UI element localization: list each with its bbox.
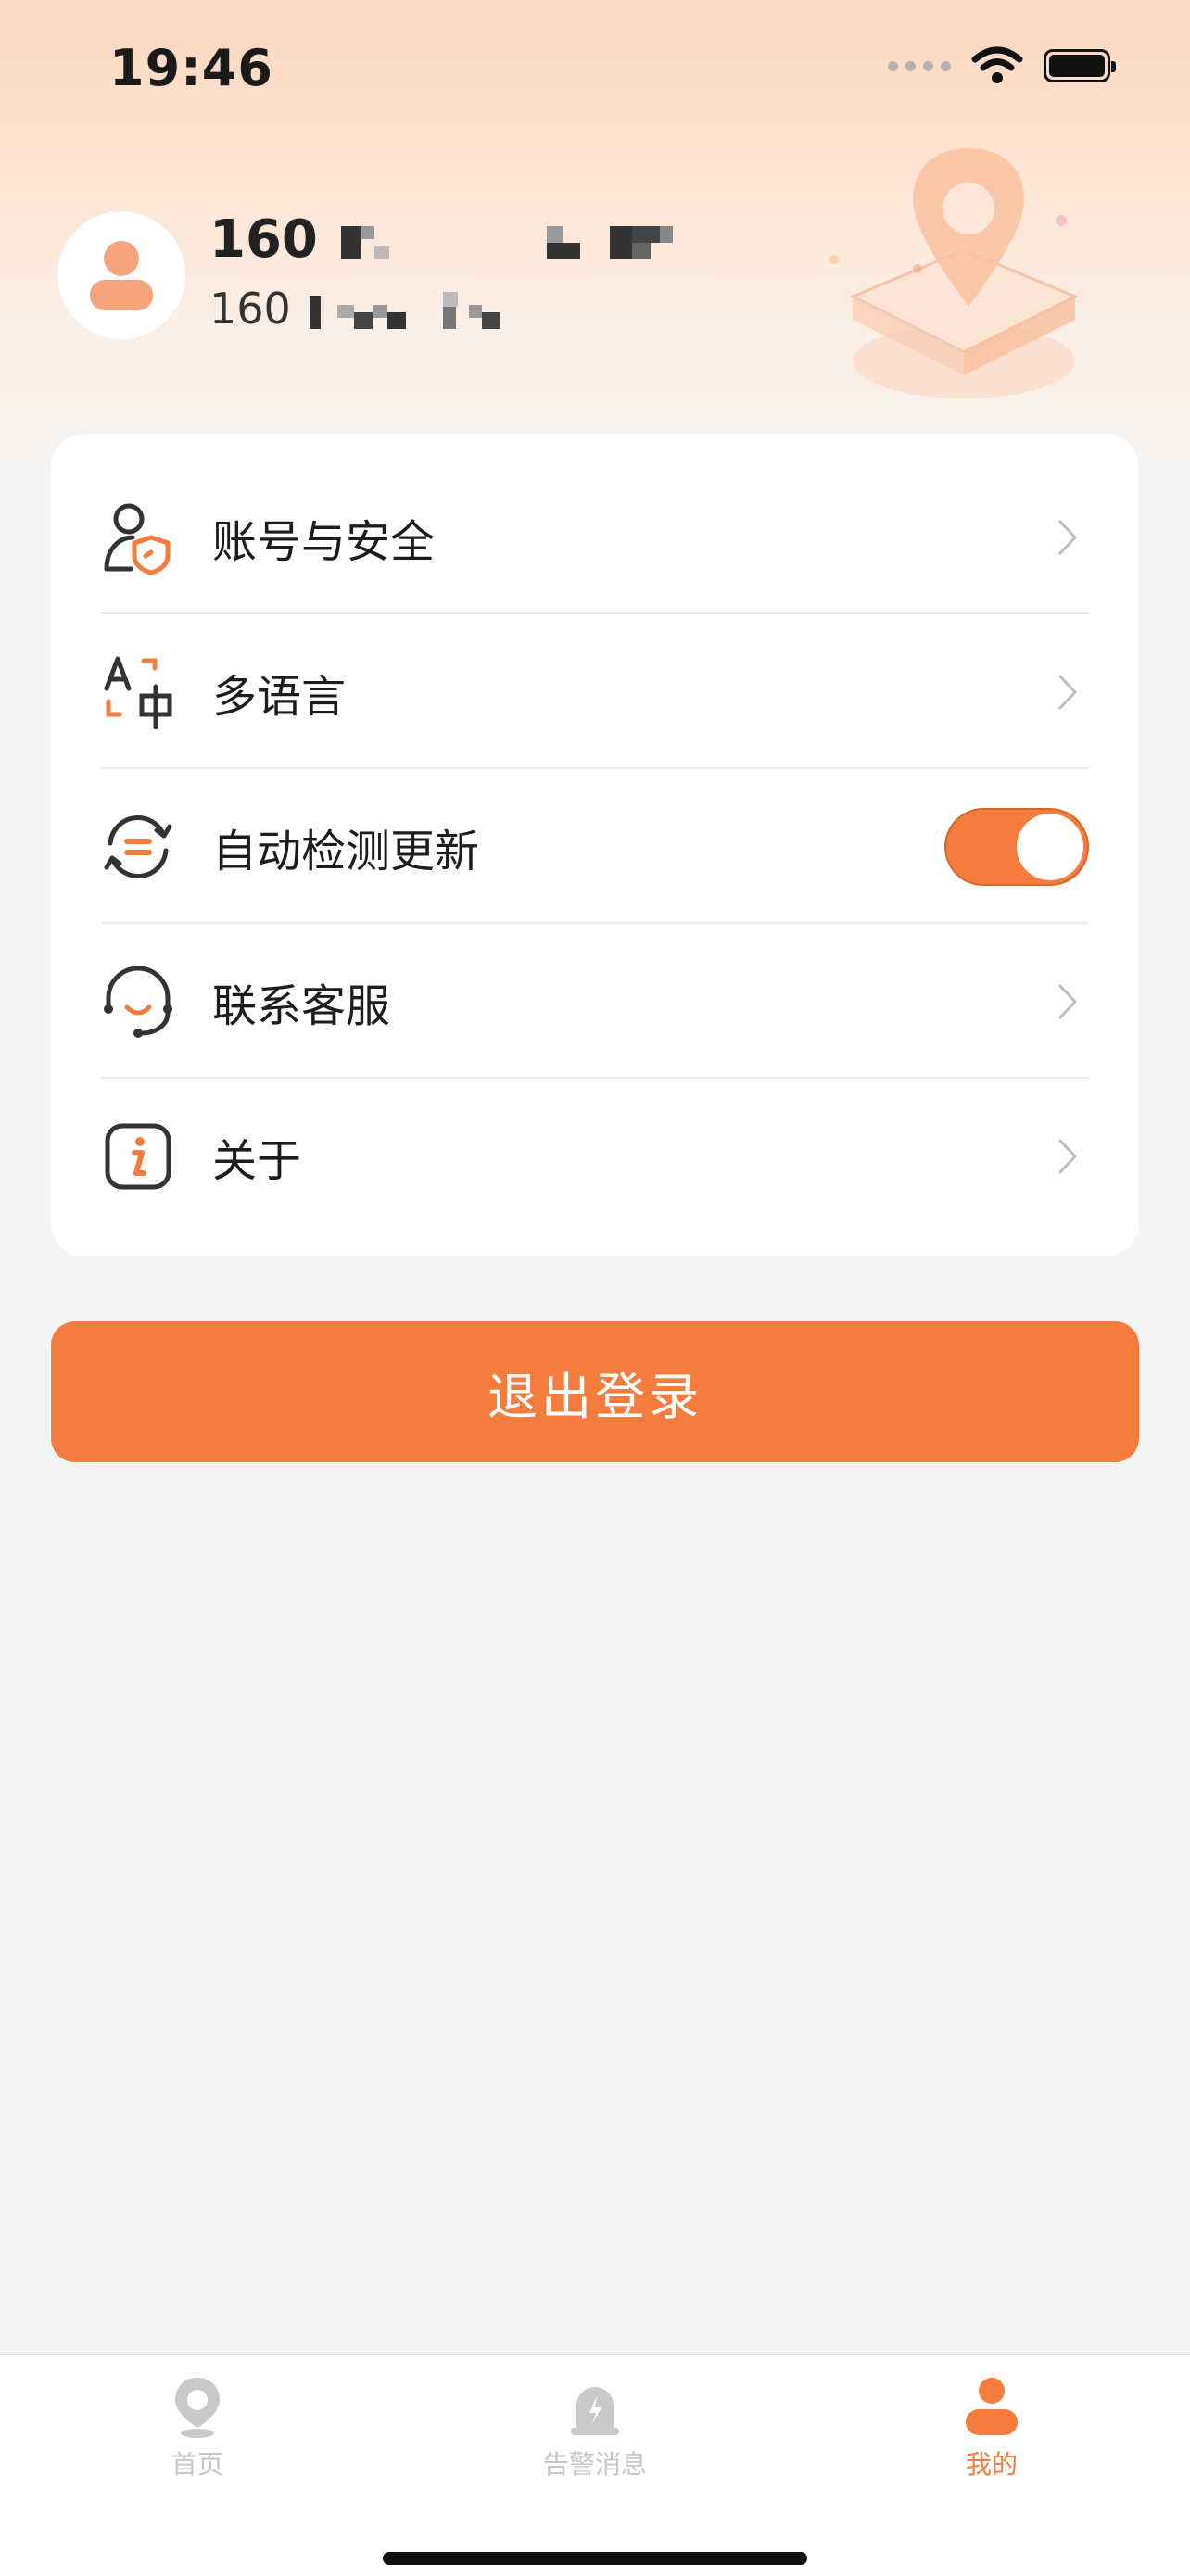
wifi-icon bbox=[971, 46, 1023, 83]
battery-icon bbox=[1044, 49, 1116, 82]
tab-home[interactable]: 首页 bbox=[105, 2374, 290, 2481]
toggle-knob bbox=[1017, 813, 1083, 880]
status-icons bbox=[888, 46, 1116, 85]
tab-mine[interactable]: 我的 bbox=[899, 2374, 1084, 2481]
menu-item-about[interactable]: 关于 bbox=[101, 1079, 1089, 1233]
profile-name: 160 bbox=[209, 209, 693, 270]
refresh-update-icon bbox=[101, 810, 175, 884]
user-shield-icon bbox=[101, 500, 175, 575]
tab-bar: 首页 告警消息 我的 bbox=[0, 2354, 1190, 2576]
location-illustration bbox=[829, 148, 1079, 398]
settings-card: 账号与安全 多语言 自动检测更新 联系客服 关于 bbox=[51, 434, 1139, 1256]
tab-alarm-messages[interactable]: 告警消息 bbox=[502, 2374, 688, 2481]
redaction-mosaic bbox=[310, 291, 501, 329]
tab-label: 告警消息 bbox=[542, 2449, 647, 2480]
menu-item-label: 账号与安全 bbox=[212, 515, 436, 568]
person-icon bbox=[966, 2378, 1018, 2435]
menu-item-label: 多语言 bbox=[212, 670, 347, 723]
redaction-mosaic bbox=[341, 225, 674, 259]
location-pin-icon bbox=[175, 2378, 220, 2438]
menu-item-label: 联系客服 bbox=[212, 979, 391, 1032]
status-time: 19:46 bbox=[109, 39, 273, 97]
menu-item-account-security[interactable]: 账号与安全 bbox=[101, 460, 1089, 614]
menu-item-label: 自动检测更新 bbox=[212, 825, 480, 878]
logout-button[interactable]: 退出登录 bbox=[51, 1321, 1139, 1462]
alarm-siren-icon bbox=[571, 2387, 619, 2435]
menu-item-language[interactable]: 多语言 bbox=[101, 614, 1089, 769]
headset-icon bbox=[101, 965, 175, 1039]
chevron-right-icon bbox=[1058, 675, 1077, 709]
language-translate-icon bbox=[101, 655, 175, 729]
tab-label: 首页 bbox=[171, 2449, 223, 2480]
chevron-right-icon bbox=[1058, 984, 1077, 1018]
menu-item-customer-service[interactable]: 联系客服 bbox=[101, 924, 1089, 1079]
home-indicator bbox=[383, 2552, 807, 2565]
profile-name-text: 160 bbox=[209, 209, 318, 270]
avatar[interactable] bbox=[57, 211, 185, 339]
auto-update-toggle[interactable] bbox=[944, 807, 1089, 886]
info-icon bbox=[101, 1119, 175, 1193]
cellular-signal-icon bbox=[888, 60, 951, 71]
profile-subtitle-text: 160 bbox=[209, 284, 291, 334]
profile-subtitle: 160 bbox=[209, 284, 532, 334]
person-icon bbox=[90, 241, 153, 310]
chevron-right-icon bbox=[1058, 1139, 1077, 1173]
chevron-right-icon bbox=[1058, 520, 1077, 554]
tab-label: 我的 bbox=[965, 2449, 1018, 2480]
menu-item-label: 关于 bbox=[212, 1134, 302, 1187]
menu-item-auto-update: 自动检测更新 bbox=[101, 769, 1089, 924]
